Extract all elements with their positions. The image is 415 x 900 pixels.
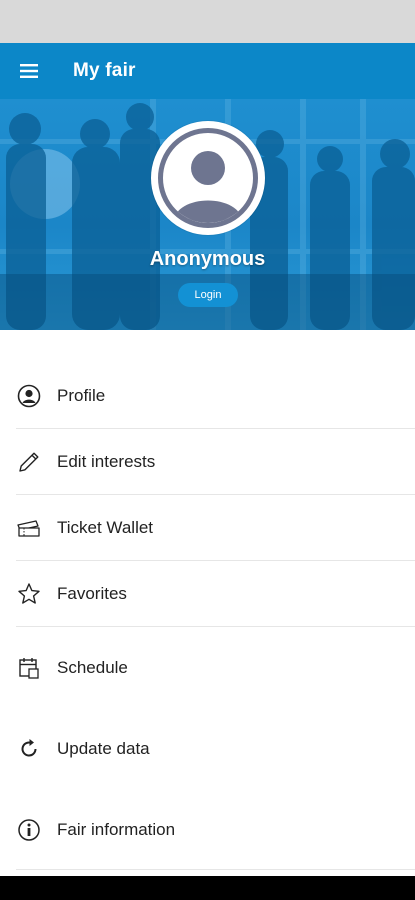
menu-item-label: Edit interests bbox=[57, 452, 156, 471]
menu-button[interactable] bbox=[0, 43, 58, 99]
refresh-icon bbox=[21, 738, 37, 756]
ticket-icon bbox=[17, 520, 40, 537]
user-avatar-icon bbox=[173, 151, 243, 223]
avatar[interactable] bbox=[151, 121, 265, 235]
hamburger-icon bbox=[20, 64, 38, 78]
user-name: Anonymous bbox=[149, 248, 266, 270]
login-button[interactable]: Login bbox=[178, 283, 238, 307]
menu-item-label: Ticket Wallet bbox=[57, 518, 154, 537]
app-bar: My fair bbox=[0, 43, 415, 99]
navigation-menu: Profile Edit interests Ticket Wallet Fav… bbox=[16, 363, 415, 870]
menu-item-label: Schedule bbox=[57, 657, 128, 677]
menu-item-label: Update data bbox=[57, 738, 150, 758]
page-title: My fair bbox=[73, 60, 136, 81]
system-navigation-bar bbox=[0, 876, 415, 900]
menu-item-fair-information[interactable]: Fair information bbox=[16, 789, 415, 870]
profile-header: Anonymous Login bbox=[0, 99, 415, 330]
pencil-icon bbox=[19, 452, 39, 472]
menu-item-favorites[interactable]: Favorites bbox=[16, 561, 415, 627]
status-bar bbox=[0, 0, 415, 43]
menu-item-label: Profile bbox=[57, 386, 106, 405]
menu-item-profile[interactable]: Profile bbox=[16, 363, 415, 429]
info-icon bbox=[18, 818, 40, 841]
star-icon bbox=[18, 583, 40, 604]
calendar-icon bbox=[19, 657, 39, 679]
menu-item-update-data[interactable]: Update data bbox=[16, 708, 415, 789]
menu-item-label: Favorites bbox=[57, 584, 127, 603]
person-circle-icon bbox=[17, 384, 41, 408]
menu-item-schedule[interactable]: Schedule bbox=[16, 627, 415, 708]
menu-item-edit-interests[interactable]: Edit interests bbox=[16, 429, 415, 495]
menu-item-ticket-wallet[interactable]: Ticket Wallet bbox=[16, 495, 415, 561]
menu-item-label: Fair information bbox=[57, 819, 176, 839]
